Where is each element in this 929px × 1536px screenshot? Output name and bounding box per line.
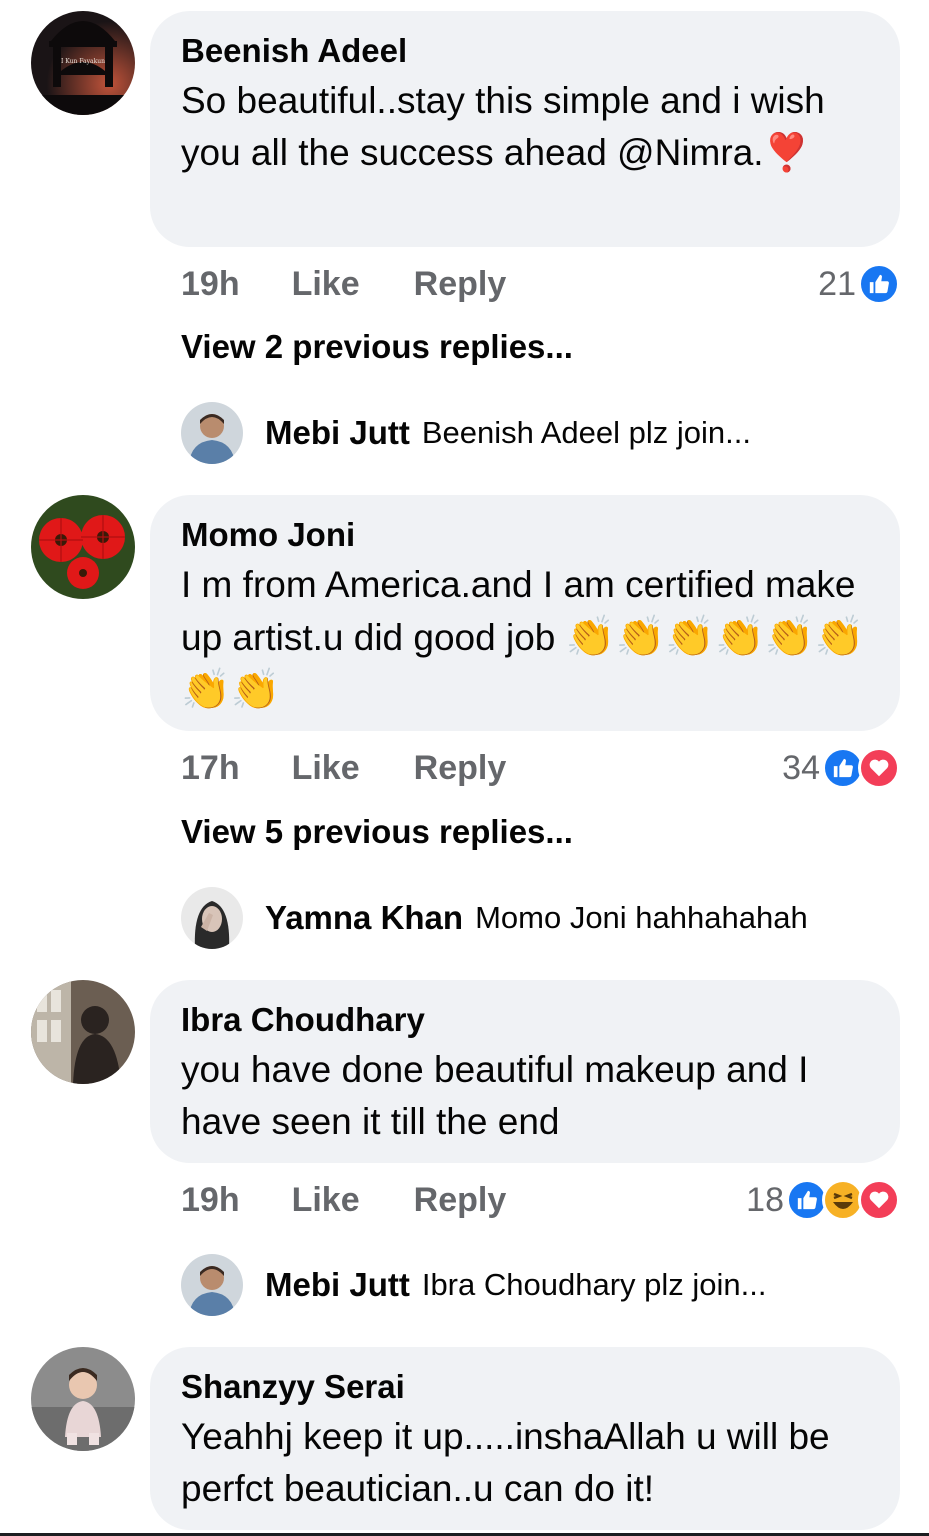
love-icon [858,747,900,789]
reply-button[interactable]: Reply [414,265,507,304]
comment-actions: 19h Like Reply [181,1176,506,1224]
reply-preview[interactable]: Mebi Jutt Ibra Choudhary plz join... [181,1254,766,1316]
comment-text: you have done beautiful makeup and I hav… [181,1049,809,1142]
reply-text: Beenish Adeel plz join... [421,415,751,450]
reply-button[interactable]: Reply [414,1181,507,1220]
reply-text: Ibra Choudhary plz join... [421,1267,767,1302]
comment-author[interactable]: Ibra Choudhary [181,1000,870,1040]
reply-author[interactable]: Yamna Khan [265,899,463,937]
reaction-summary[interactable]: 18 [746,1176,900,1224]
avatar[interactable]: I Kun Fayakun [31,11,135,115]
svg-text:I Kun Fayakun: I Kun Fayakun [61,58,105,65]
reply-button[interactable]: Reply [414,749,507,788]
reply-author[interactable]: Mebi Jutt [265,414,410,452]
reply-preview[interactable]: Mebi Jutt Beenish Adeel plz join... [181,402,751,464]
like-icon [858,263,900,305]
comment-actions: 17h Like Reply [181,744,506,792]
reaction-count: 18 [746,1180,784,1219]
avatar[interactable] [181,887,243,949]
like-button[interactable]: Like [292,749,360,788]
comment-text: Yeahhj keep it up.....inshaAllah u will … [181,1416,830,1509]
comment-bubble: Beenish Adeel So beautiful..stay this si… [150,11,900,247]
reaction-summary[interactable]: 34 [782,744,900,792]
comment-actions: 19h Like Reply [181,260,506,308]
reaction-count: 21 [818,264,856,303]
comment-time[interactable]: 19h [181,1181,240,1220]
reply-preview[interactable]: Yamna Khan Momo Joni hahhahahah [181,887,808,949]
heart-exclamation-emoji: ❣️ [763,132,810,173]
love-icon [858,1179,900,1221]
avatar[interactable] [31,1347,135,1451]
reaction-summary[interactable]: 21 [818,260,900,308]
comment-author[interactable]: Shanzyy Serai [181,1367,870,1407]
comment-bubble: Momo Joni I m from America.and I am cert… [150,495,900,731]
reply-text: Momo Joni hahhahahah [475,900,808,935]
like-button[interactable]: Like [292,265,360,304]
avatar[interactable] [181,402,243,464]
avatar[interactable] [31,980,135,1084]
comment-author[interactable]: Momo Joni [181,515,870,555]
comment-text: I m from America.and I am certified make… [181,564,865,712]
comment-text: So beautiful..stay this simple and i wis… [181,80,825,173]
view-previous-replies[interactable]: View 5 previous replies... [181,813,573,851]
avatar[interactable] [181,1254,243,1316]
view-previous-replies[interactable]: View 2 previous replies... [181,328,573,366]
comment-time[interactable]: 17h [181,749,240,788]
reply-author[interactable]: Mebi Jutt [265,1266,410,1304]
avatar[interactable] [31,495,135,599]
comment-time[interactable]: 19h [181,265,240,304]
comment-author[interactable]: Beenish Adeel [181,31,870,71]
comment-bubble: Ibra Choudhary you have done beautiful m… [150,980,900,1163]
like-button[interactable]: Like [292,1181,360,1220]
reaction-count: 34 [782,748,820,787]
comment-bubble: Shanzyy Serai Yeahhj keep it up.....insh… [150,1347,900,1530]
